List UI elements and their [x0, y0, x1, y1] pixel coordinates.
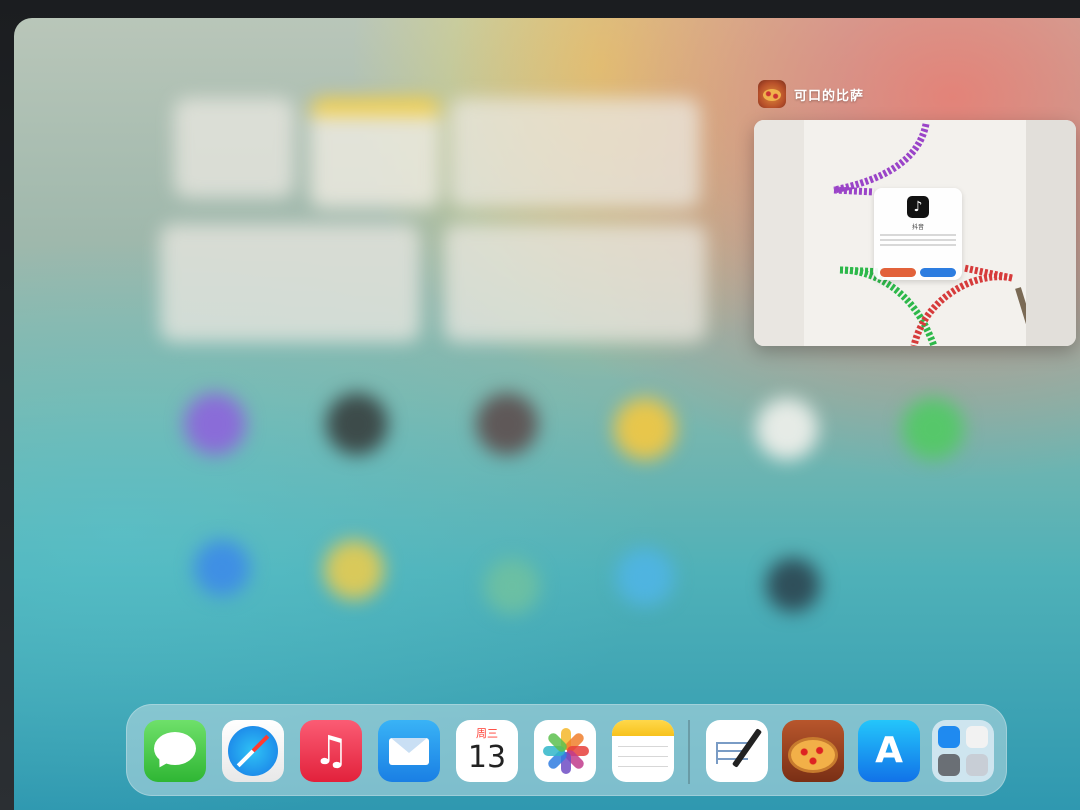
safari-icon[interactable]: [222, 720, 284, 782]
widget-clock: [174, 98, 294, 198]
app-store-icon[interactable]: A: [858, 720, 920, 782]
dialog-body-text: [880, 234, 956, 248]
app-store-glyph: A: [875, 730, 903, 771]
dock-divider: [688, 720, 690, 784]
blurred-app-icon: [766, 558, 820, 612]
app-library-mini-game-icon: [966, 754, 988, 776]
calendar-date: 13: [467, 740, 507, 775]
tiktok-logo-icon: ♪: [907, 196, 929, 218]
mail-icon[interactable]: [378, 720, 440, 782]
envelope-flap: [391, 738, 427, 753]
messages-icon[interactable]: [144, 720, 206, 782]
notes-line: [618, 766, 668, 767]
blurred-app-icon: [756, 398, 818, 460]
widget-notes: [310, 98, 440, 208]
dialog-cancel-button: [880, 268, 916, 277]
calendar-weekday: 周三: [476, 727, 498, 740]
blurred-app-icon: [194, 540, 250, 596]
notes-icon[interactable]: [612, 720, 674, 782]
blurred-app-icon: [902, 398, 964, 460]
app-switcher-thumbnail[interactable]: ♪ 抖音: [754, 120, 1076, 346]
thumbnail-right-panel: [1026, 120, 1076, 346]
pizza-shape: [791, 740, 835, 770]
blurred-app-icon: [614, 398, 676, 460]
dialog-open-button: [920, 268, 956, 277]
notes-line: [618, 746, 668, 747]
pizza-icon[interactable]: [782, 720, 844, 782]
music-icon[interactable]: ♫: [300, 720, 362, 782]
pizza-app-icon: [758, 80, 786, 108]
app-library-mini-app-store-icon: [938, 726, 960, 748]
blurred-app-icon: [324, 540, 384, 600]
freeform-icon[interactable]: [706, 720, 768, 782]
app-switcher-label[interactable]: 可口的比萨: [758, 80, 864, 108]
app-switcher-title: 可口的比萨: [794, 88, 865, 104]
photos-icon[interactable]: [534, 720, 596, 782]
blurred-app-icon: [184, 393, 246, 455]
app-library-icon[interactable]: [932, 720, 994, 782]
blurred-app-icon: [476, 393, 538, 455]
dock: ♫ 周三 13 A: [126, 704, 1007, 796]
music-note-glyph: ♫: [313, 728, 349, 774]
calendar-icon[interactable]: 周三 13: [456, 720, 518, 782]
blurred-app-icon: [616, 548, 674, 606]
notes-line: [618, 756, 668, 757]
app-library-mini-settings-icon: [938, 754, 960, 776]
blurred-app-icon: [326, 393, 388, 455]
dialog-title: 抖音: [911, 224, 924, 231]
notes-header-bar: [612, 720, 674, 736]
tiktok-dialog: ♪ 抖音: [874, 188, 962, 280]
blurred-app-icon: [484, 558, 540, 614]
widget-large-left: [160, 224, 420, 342]
widget-large-right: [444, 224, 706, 342]
app-library-mini-photos-icon: [966, 726, 988, 748]
widget-weather: [450, 98, 700, 208]
ipad-screen[interactable]: 可口的比萨 ♪ 抖音 ♫ 周三 13 A: [14, 18, 1080, 810]
thumbnail-left-panel: [754, 120, 804, 346]
